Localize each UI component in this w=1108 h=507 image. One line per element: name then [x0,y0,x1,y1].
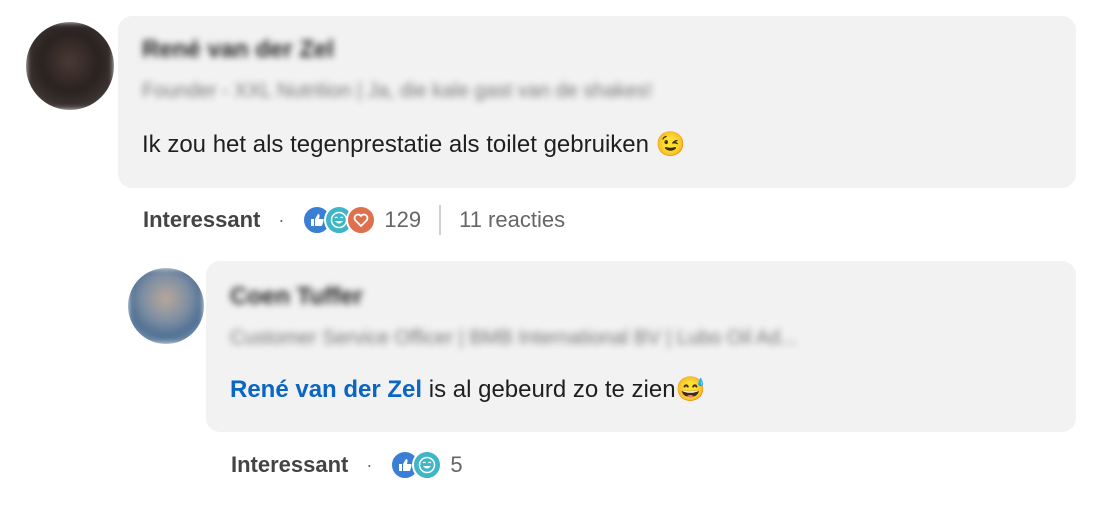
sweat-smile-emoji: 😅 [675,376,706,403]
commenter-name[interactable]: René van der Zel [142,36,334,64]
replier-name[interactable]: Coen Tuffer [230,283,363,311]
mention-link[interactable]: René van der Zel [230,376,422,403]
interesting-button[interactable]: Interessant [143,207,260,233]
funny-icon [412,450,443,480]
replier-avatar[interactable] [128,268,204,344]
comment-bubble: René van der Zel Founder - XXL Nutrition… [118,16,1076,188]
reply-actions: Interessant · 5 [231,450,463,480]
comment-text: Ik zou het als tegenprestatie als toilet… [142,130,686,159]
comment-actions: Interessant · 129 11 reacties [143,205,565,235]
reaction-count: 5 [450,452,463,477]
commenter-headline: Founder - XXL Nutrition | Ja, die kale g… [142,80,653,102]
replies-link[interactable]: 11 reacties [459,207,565,233]
love-icon [346,205,377,235]
reactions-summary[interactable]: 129 [302,205,421,235]
reply-bubble: Coen Tuffer Customer Service Officer | B… [206,261,1076,432]
divider [439,205,442,235]
separator-dot: · [366,454,373,475]
interesting-button[interactable]: Interessant [231,452,348,478]
reactions-summary[interactable]: 5 [390,450,463,480]
wink-emoji: 😉 [655,131,686,158]
commenter-avatar[interactable] [26,22,114,110]
reaction-count: 129 [384,207,422,232]
comment-text-content: Ik zou het als tegenprestatie als toilet… [142,131,649,158]
separator-dot: · [278,209,285,230]
replier-headline: Customer Service Officer | BMB Internati… [230,327,797,349]
reply-text-content: is al gebeurd zo te zien [422,376,676,403]
reply-text: René van der Zel is al gebeurd zo te zie… [230,375,705,404]
